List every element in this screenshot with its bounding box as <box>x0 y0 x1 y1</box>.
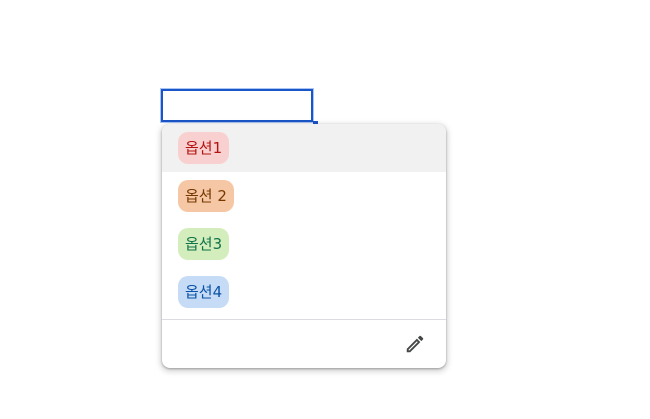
dropdown-option-1[interactable]: 옵션1 <box>162 124 446 172</box>
dropdown-option-3[interactable]: 옵션3 <box>162 220 446 268</box>
selected-cell-input[interactable] <box>160 88 318 126</box>
option-chip: 옵션 2 <box>178 180 234 212</box>
pencil-icon <box>406 335 424 353</box>
edit-options-button[interactable] <box>402 331 428 357</box>
option-chip: 옵션3 <box>178 228 230 260</box>
dropdown-menu: 옵션1 옵션 2 옵션3 옵션4 <box>162 124 446 368</box>
spreadsheet-canvas: 옵션1 옵션 2 옵션3 옵션4 <box>0 0 650 419</box>
dropdown-option-2[interactable]: 옵션 2 <box>162 172 446 220</box>
dropdown-option-4[interactable]: 옵션4 <box>162 268 446 316</box>
dropdown-footer <box>162 320 446 368</box>
option-chip: 옵션4 <box>178 276 230 308</box>
option-chip: 옵션1 <box>178 132 230 164</box>
